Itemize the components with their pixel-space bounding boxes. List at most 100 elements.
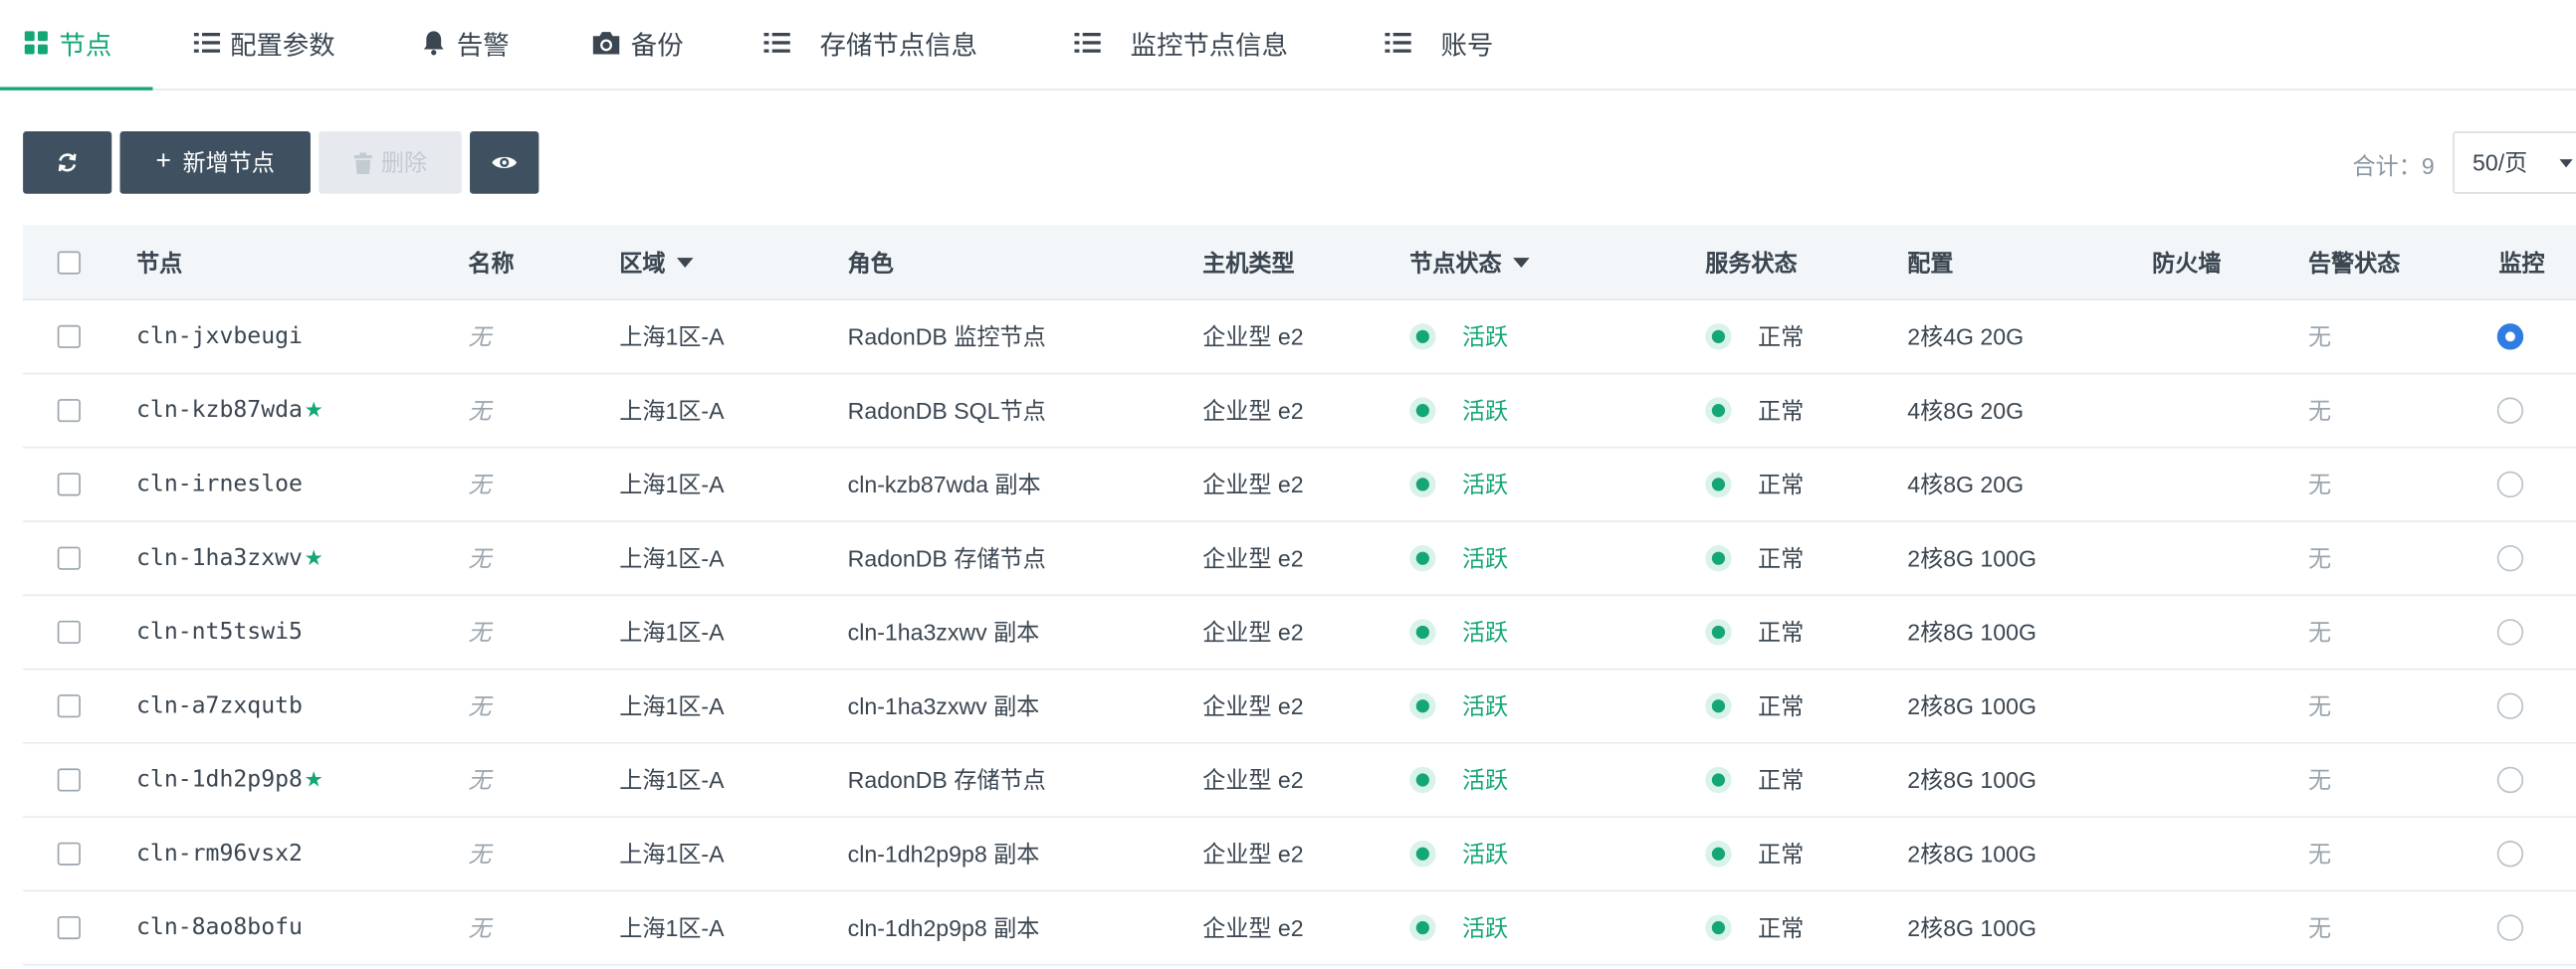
monitor-radio[interactable] (2496, 914, 2524, 941)
refresh-button[interactable] (23, 131, 112, 194)
node-id[interactable]: cln-irnesloe (136, 472, 303, 497)
row-checkbox[interactable] (57, 324, 81, 348)
table-row[interactable]: cln-8ao8bofu 无 上海1区-A cln-1dh2p9p8 副本 企业… (23, 891, 2576, 966)
node-id-cell[interactable]: cln-jxvbeugi (136, 300, 303, 373)
node-id[interactable]: cln-1dh2p9p8 (136, 767, 303, 793)
row-checkbox[interactable] (57, 694, 81, 718)
host-type: 企业型 e2 (1202, 841, 1304, 868)
node-id-cell[interactable]: cln-irnesloe (136, 449, 303, 521)
monitor-radio[interactable] (2496, 397, 2524, 424)
node-id[interactable]: cln-jxvbeugi (136, 323, 303, 349)
node-id-cell[interactable]: cln-nt5tswi5 (136, 596, 303, 669)
col-header-config[interactable]: 配置 (1907, 225, 1953, 298)
monitor-cell (2496, 818, 2524, 890)
status-dot-icon (1415, 478, 1429, 491)
tab-nodes[interactable]: 节点 (23, 0, 111, 86)
node-id-cell[interactable]: cln-1dh2p9p8 ★ (136, 744, 323, 817)
col-header-alert-status[interactable]: 告警状态 (2308, 225, 2400, 298)
table-row[interactable]: cln-jxvbeugi 无 上海1区-A RadonDB 监控节点 企业型 e… (23, 300, 2576, 375)
status-dot-icon (1711, 625, 1726, 640)
node-id-cell[interactable]: cln-a7zxqutb (136, 670, 303, 742)
host-type: 企业型 e2 (1202, 544, 1304, 572)
monitor-radio[interactable] (2496, 323, 2524, 350)
status-dot-icon (1711, 699, 1726, 713)
node-id[interactable]: cln-8ao8bofu (136, 914, 303, 940)
select-all-checkbox[interactable] (57, 250, 81, 274)
caret-down-icon[interactable] (1513, 257, 1530, 268)
monitor-radio[interactable] (2496, 841, 2524, 868)
tab-monitor-node-info[interactable]: 监控节点信息 (1074, 0, 1288, 86)
tab-label: 告警 (456, 33, 510, 62)
row-checkbox[interactable] (57, 399, 81, 423)
col-header-node-status[interactable]: 节点状态 (1409, 225, 1530, 298)
node-status-label: 活跃 (1461, 471, 1509, 498)
col-header-node[interactable]: 节点 (136, 225, 182, 298)
monitor-cell (2496, 891, 2524, 964)
col-header-monitor[interactable]: 监控 (2498, 225, 2544, 298)
tab-config-params[interactable]: 配置参数 (193, 0, 335, 86)
node-zone: 上海1区-A (619, 323, 725, 350)
row-checkbox[interactable] (57, 842, 81, 866)
table-row[interactable]: cln-1ha3zxwv ★ 无 上海1区-A RadonDB 存储节点 企业型… (23, 522, 2576, 597)
monitor-radio[interactable] (2496, 544, 2524, 572)
node-status: 活跃 (1409, 891, 1508, 964)
node-id[interactable]: cln-a7zxqutb (136, 693, 303, 719)
monitor-radio[interactable] (2496, 619, 2524, 646)
tab-accounts[interactable]: 账号 (1385, 0, 1493, 86)
tab-alerts[interactable]: 告警 (421, 0, 510, 86)
page-size-select[interactable]: 50/页 (2453, 131, 2576, 194)
caret-down-icon[interactable] (677, 257, 694, 268)
row-checkbox[interactable] (57, 768, 81, 792)
node-config: 2核4G 20G (1907, 323, 2025, 350)
node-name: 无 (468, 766, 492, 794)
star-icon: ★ (304, 398, 323, 424)
tab-backup[interactable]: 备份 (591, 0, 684, 86)
col-header-service-status[interactable]: 服务状态 (1705, 225, 1797, 298)
node-id[interactable]: cln-rm96vsx2 (136, 841, 303, 867)
service-status-label: 正常 (1758, 544, 1805, 572)
monitor-cell (2496, 522, 2524, 595)
node-id-cell[interactable]: cln-rm96vsx2 (136, 818, 303, 890)
col-header-name[interactable]: 名称 (468, 225, 514, 298)
row-checkbox[interactable] (57, 620, 81, 644)
col-header-role[interactable]: 角色 (848, 225, 894, 298)
node-role: RadonDB 存储节点 (847, 766, 1046, 794)
table-row[interactable]: cln-a7zxqutb 无 上海1区-A cln-1ha3zxwv 副本 企业… (23, 670, 2576, 744)
tab-label: 存储节点信息 (819, 33, 978, 62)
col-header-node-status-label: 节点状态 (1409, 249, 1502, 276)
node-id-cell[interactable]: cln-8ao8bofu (136, 891, 303, 964)
table-row[interactable]: cln-nt5tswi5 无 上海1区-A cln-1ha3zxwv 副本 企业… (23, 596, 2576, 671)
monitor-radio[interactable] (2496, 471, 2524, 498)
table-row[interactable]: cln-1dh2p9p8 ★ 无 上海1区-A RadonDB 存储节点 企业型… (23, 744, 2576, 818)
table-row[interactable]: cln-rm96vsx2 无 上海1区-A cln-1dh2p9p8 副本 企业… (23, 818, 2576, 892)
col-header-firewall[interactable]: 防火墙 (2152, 225, 2221, 298)
active-tab-indicator (0, 87, 153, 91)
node-name: 无 (468, 323, 492, 350)
node-id-cell[interactable]: cln-1ha3zxwv ★ (136, 522, 323, 595)
row-checkbox[interactable] (57, 546, 81, 570)
tab-storage-node-info[interactable]: 存储节点信息 (763, 0, 977, 86)
monitor-radio[interactable] (2496, 692, 2524, 719)
row-select-cell (57, 300, 81, 373)
node-name: 无 (468, 841, 492, 868)
node-id[interactable]: cln-1ha3zxwv (136, 545, 303, 571)
table-row[interactable]: cln-irnesloe 无 上海1区-A cln-kzb87wda 副本 企业… (23, 449, 2576, 522)
node-zone: 上海1区-A (619, 619, 725, 646)
monitor-cell (2496, 596, 2524, 669)
node-zone: 上海1区-A (619, 692, 725, 719)
alert-status: 无 (2307, 397, 2332, 424)
col-header-zone[interactable]: 区域 (619, 225, 694, 298)
view-toggle-button[interactable] (470, 131, 539, 194)
add-node-button[interactable]: + 新增节点 (119, 131, 311, 194)
col-header-host-type[interactable]: 主机类型 (1202, 225, 1294, 298)
node-id[interactable]: cln-kzb87wda (136, 397, 303, 423)
row-checkbox[interactable] (57, 473, 81, 496)
add-node-label: 新增节点 (182, 149, 275, 176)
node-id[interactable]: cln-nt5tswi5 (136, 619, 303, 645)
table-row[interactable]: cln-kzb87wda ★ 无 上海1区-A RadonDB SQL节点 企业… (23, 374, 2576, 449)
row-checkbox[interactable] (57, 915, 81, 940)
node-id-cell[interactable]: cln-kzb87wda ★ (136, 374, 323, 447)
monitor-radio[interactable] (2496, 766, 2524, 794)
alert-status: 无 (2307, 471, 2332, 498)
delete-button[interactable]: 删除 (319, 131, 462, 194)
